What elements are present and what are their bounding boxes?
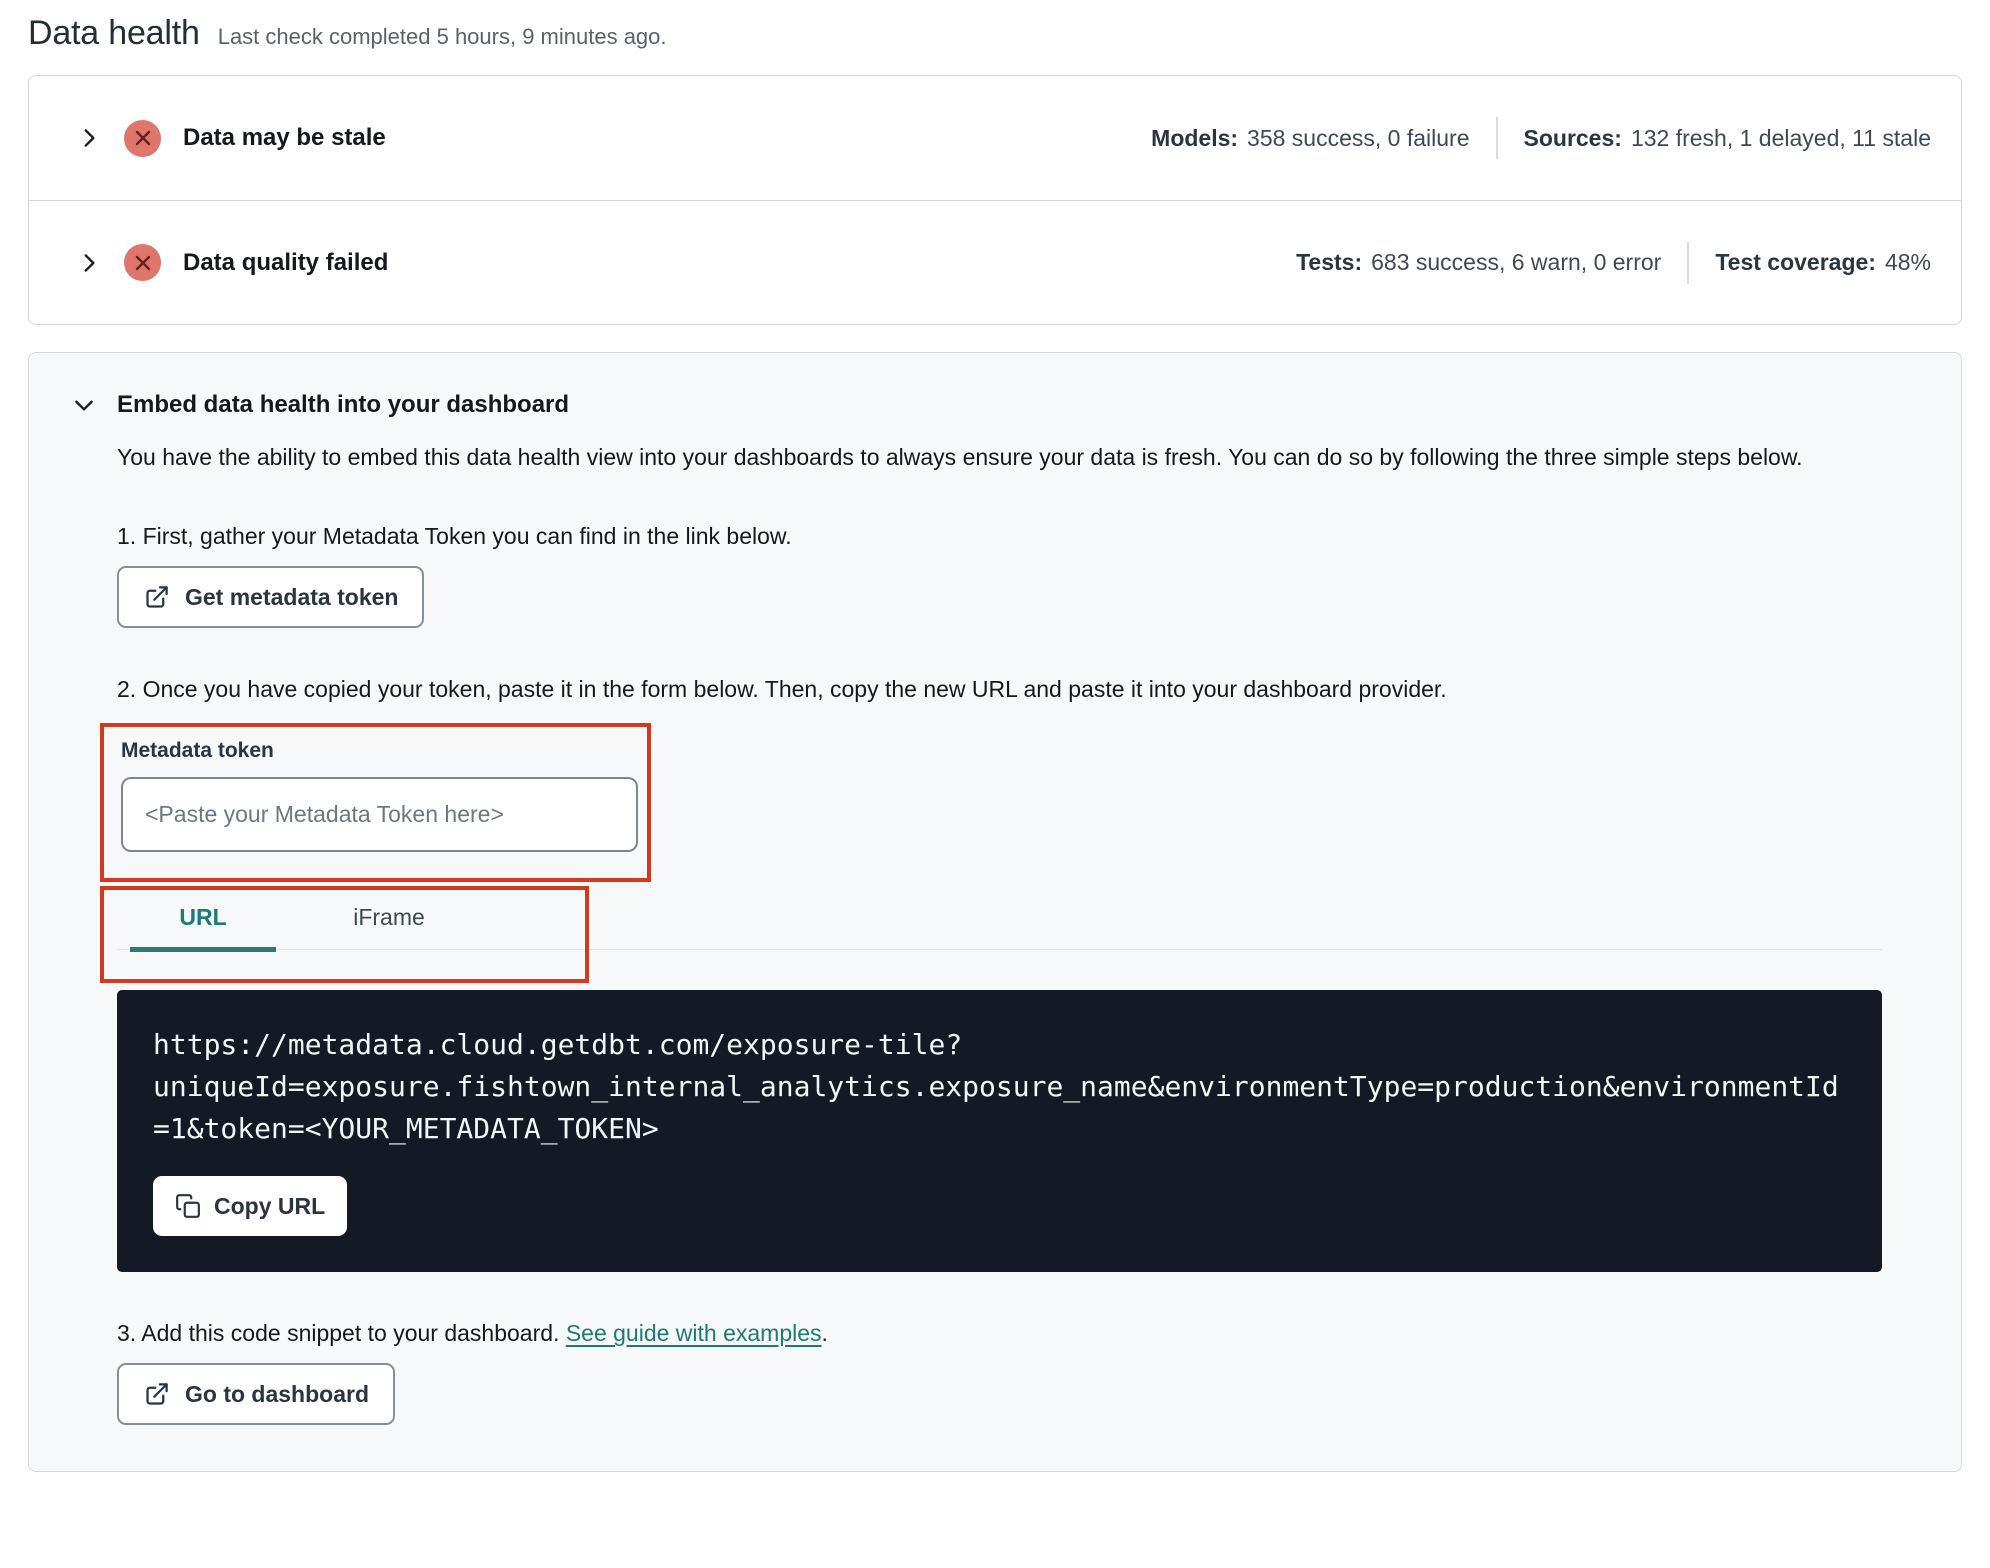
- stats-divider: [1687, 241, 1690, 284]
- status-row-quality[interactable]: Data quality failed Tests: 683 success, …: [29, 200, 1961, 324]
- embed-description: You have the ability to embed this data …: [117, 444, 1803, 470]
- chevron-down-icon[interactable]: [71, 392, 97, 418]
- stat-label: Tests:: [1296, 249, 1363, 275]
- tab-bar: URL iFrame: [117, 888, 1882, 952]
- external-link-icon: [143, 584, 170, 611]
- stat-value: 683 success, 6 warn, 0 error: [1371, 249, 1662, 275]
- status-row-title: Data may be stale: [183, 124, 386, 151]
- last-check-status: Last check completed 5 hours, 9 minutes …: [217, 24, 667, 49]
- embed-section-body: You have the ability to embed this data …: [100, 439, 1921, 1425]
- step-3-prefix: 3. Add this code snippet to your dashboa…: [117, 1320, 566, 1346]
- embed-section-header[interactable]: Embed data health into your dashboard: [71, 391, 1921, 419]
- go-to-dashboard-button[interactable]: Go to dashboard: [117, 1363, 395, 1425]
- output-tabs: URL iFrame: [100, 886, 1882, 983]
- embed-section-title: Embed data health into your dashboard: [117, 391, 570, 418]
- chevron-right-icon[interactable]: [76, 125, 102, 151]
- get-metadata-token-button[interactable]: Get metadata token: [117, 566, 425, 628]
- copy-url-label: Copy URL: [214, 1192, 326, 1219]
- status-row-title: Data quality failed: [183, 248, 389, 276]
- go-to-dashboard-label: Go to dashboard: [185, 1380, 369, 1407]
- metadata-token-input[interactable]: [121, 777, 638, 852]
- chevron-right-icon[interactable]: [76, 250, 102, 276]
- page-header: Data health Last check completed 5 hours…: [28, 14, 1962, 53]
- stat-value: 48%: [1884, 249, 1931, 275]
- embed-url-code-block: https://metadata.cloud.getdbt.com/exposu…: [117, 990, 1882, 1272]
- annotation-box-token: Metadata token: [100, 723, 651, 882]
- x-circle-icon: [124, 244, 161, 281]
- x-circle-icon: [124, 119, 161, 157]
- get-metadata-token-label: Get metadata token: [185, 583, 399, 610]
- stat-label: Models:: [1151, 124, 1239, 151]
- data-health-page: Data health Last check completed 5 hours…: [0, 0, 1990, 1472]
- tab-url[interactable]: URL: [130, 888, 276, 952]
- status-row-stale[interactable]: Data may be stale Models: 358 success, 0…: [29, 76, 1961, 200]
- step-1-text: 1. First, gather your Metadata Token you…: [117, 523, 792, 549]
- embed-section-card: Embed data health into your dashboard Yo…: [28, 352, 1962, 1472]
- step-2-text: 2. Once you have copied your token, past…: [117, 676, 1447, 702]
- tab-iframe[interactable]: iFrame: [316, 888, 462, 949]
- step-3-suffix: .: [821, 1320, 828, 1346]
- guide-link[interactable]: See guide with examples: [566, 1320, 822, 1346]
- status-row-stats: Tests: 683 success, 6 warn, 0 error Test…: [1296, 241, 1931, 284]
- copy-icon: [175, 1193, 201, 1219]
- page-title: Data health: [28, 14, 200, 52]
- stat-value: 132 fresh, 1 delayed, 11 stale: [1630, 124, 1931, 151]
- metadata-token-label: Metadata token: [121, 739, 274, 762]
- stat-label: Sources:: [1523, 124, 1622, 151]
- step-3-text: 3. Add this code snippet to your dashboa…: [117, 1320, 1921, 1347]
- embed-url-text: https://metadata.cloud.getdbt.com/exposu…: [153, 1028, 1839, 1145]
- stat-label: Test coverage:: [1715, 249, 1876, 275]
- external-link-icon: [143, 1381, 170, 1408]
- status-row-stats: Models: 358 success, 0 failure Sources: …: [1151, 117, 1931, 159]
- status-card: Data may be stale Models: 358 success, 0…: [28, 75, 1962, 325]
- stats-divider: [1495, 117, 1498, 159]
- copy-url-button[interactable]: Copy URL: [153, 1176, 348, 1236]
- stat-value: 358 success, 0 failure: [1247, 124, 1470, 151]
